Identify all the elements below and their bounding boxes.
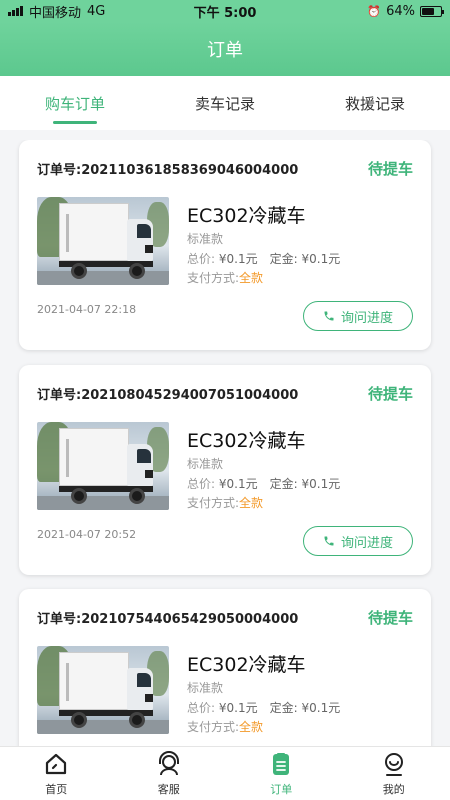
product-variant: 标准款	[187, 681, 224, 695]
inquire-progress-button[interactable]: 询问进度	[303, 526, 413, 556]
payment-line: 支付方式:全款	[187, 494, 263, 511]
order-number: 订单号:202108045294007051004000	[37, 388, 299, 403]
payment-value: 全款	[239, 271, 264, 285]
battery-icon	[420, 5, 444, 17]
order-card[interactable]: 订单号:202108045294007051004000 待提车 EC302冷藏…	[19, 365, 431, 575]
carrier-label: 中国移动	[29, 5, 82, 21]
order-number: 订单号:202110361858369046004000	[37, 163, 299, 178]
total-value: ¥0.1元	[218, 477, 258, 491]
truck-image[interactable]	[37, 646, 169, 734]
product-name: EC302冷藏车	[187, 205, 306, 227]
tab-label: 购车订单	[44, 94, 105, 113]
tabbar-label: 客服	[157, 782, 180, 796]
order-card[interactable]: 订单号:202107544065429050004000 待提车 EC302冷藏…	[19, 589, 431, 746]
tab-label: 卖车记录	[194, 94, 255, 113]
payment-value: 全款	[239, 496, 264, 510]
home-icon	[46, 753, 67, 774]
product-variant: 标准款	[187, 457, 224, 471]
total-value: ¥0.1元	[218, 252, 258, 266]
phone-icon	[324, 311, 334, 321]
deposit-label: 定金:	[269, 252, 298, 266]
deposit-label: 定金:	[269, 477, 298, 491]
truck-image[interactable]	[37, 422, 169, 510]
inquire-label: 询问进度	[340, 310, 393, 326]
truck-image[interactable]	[37, 197, 169, 285]
order-time: 2021-04-07 20:52	[37, 528, 137, 541]
total-label: 总价:	[187, 477, 216, 491]
phone-icon	[324, 536, 334, 546]
tabbar-label: 订单	[270, 782, 293, 796]
tabbar-label: 首页	[45, 782, 68, 796]
signal-icon	[8, 6, 23, 16]
order-time: 2021-04-07 22:18	[37, 303, 137, 316]
bottom-tab-bar: 首页 客服 订单 我的	[0, 746, 450, 800]
order-status: 待提车	[367, 385, 413, 403]
payment-line: 支付方式:全款	[187, 718, 263, 735]
page-title-bar: 订单	[0, 22, 450, 76]
deposit-value: ¥0.1元	[301, 701, 341, 715]
deposit-label: 定金:	[269, 701, 298, 715]
tab-label: 救援记录	[344, 94, 405, 113]
headset-icon	[158, 750, 179, 775]
payment-value: 全款	[239, 720, 264, 734]
order-status: 待提车	[367, 609, 413, 627]
inquire-progress-button[interactable]: 询问进度	[303, 301, 413, 331]
network-label: 4G	[87, 3, 106, 19]
inquire-label: 询问进度	[340, 535, 393, 551]
clipboard-icon	[273, 752, 290, 775]
tabbar-item-mine[interactable]: 我的	[338, 747, 450, 800]
product-name: EC302冷藏车	[187, 654, 306, 676]
tab-car-orders[interactable]: 购车订单	[0, 76, 150, 130]
tabbar-item-home[interactable]: 首页	[0, 747, 113, 800]
order-card[interactable]: 订单号:202110361858369046004000 待提车 EC302冷藏…	[19, 140, 431, 350]
product-variant: 标准款	[187, 232, 224, 246]
status-bar: 中国移动 4G 下午 5:00 ⏰ 64%	[0, 0, 450, 22]
order-status: 待提车	[367, 160, 413, 178]
total-value: ¥0.1元	[218, 701, 258, 715]
deposit-value: ¥0.1元	[301, 477, 341, 491]
price-line: 总价: ¥0.1元 定金: ¥0.1元	[187, 699, 340, 716]
order-list[interactable]: 订单号:202110361858369046004000 待提车 EC302冷藏…	[0, 140, 450, 746]
total-label: 总价:	[187, 252, 216, 266]
order-number: 订单号:202107544065429050004000	[37, 612, 299, 627]
tabbar-item-orders[interactable]: 订单	[225, 747, 338, 800]
product-name: EC302冷藏车	[187, 430, 306, 452]
tab-rescue-records[interactable]: 救援记录	[300, 76, 450, 130]
payment-label: 支付方式:	[187, 720, 240, 734]
tabbar-label: 我的	[382, 782, 405, 796]
price-line: 总价: ¥0.1元 定金: ¥0.1元	[187, 475, 340, 492]
profile-icon	[384, 752, 403, 776]
battery-percent: 64%	[386, 3, 415, 19]
price-line: 总价: ¥0.1元 定金: ¥0.1元	[187, 250, 340, 267]
tabbar-item-service[interactable]: 客服	[113, 747, 226, 800]
payment-label: 支付方式:	[187, 271, 240, 285]
alarm-icon: ⏰	[367, 4, 382, 18]
payment-label: 支付方式:	[187, 496, 240, 510]
deposit-value: ¥0.1元	[301, 252, 341, 266]
tab-sell-records[interactable]: 卖车记录	[150, 76, 300, 130]
payment-line: 支付方式:全款	[187, 269, 263, 286]
page-title: 订单	[207, 40, 243, 61]
total-label: 总价:	[187, 701, 216, 715]
order-type-tabs: 购车订单 卖车记录 救援记录	[0, 76, 450, 130]
